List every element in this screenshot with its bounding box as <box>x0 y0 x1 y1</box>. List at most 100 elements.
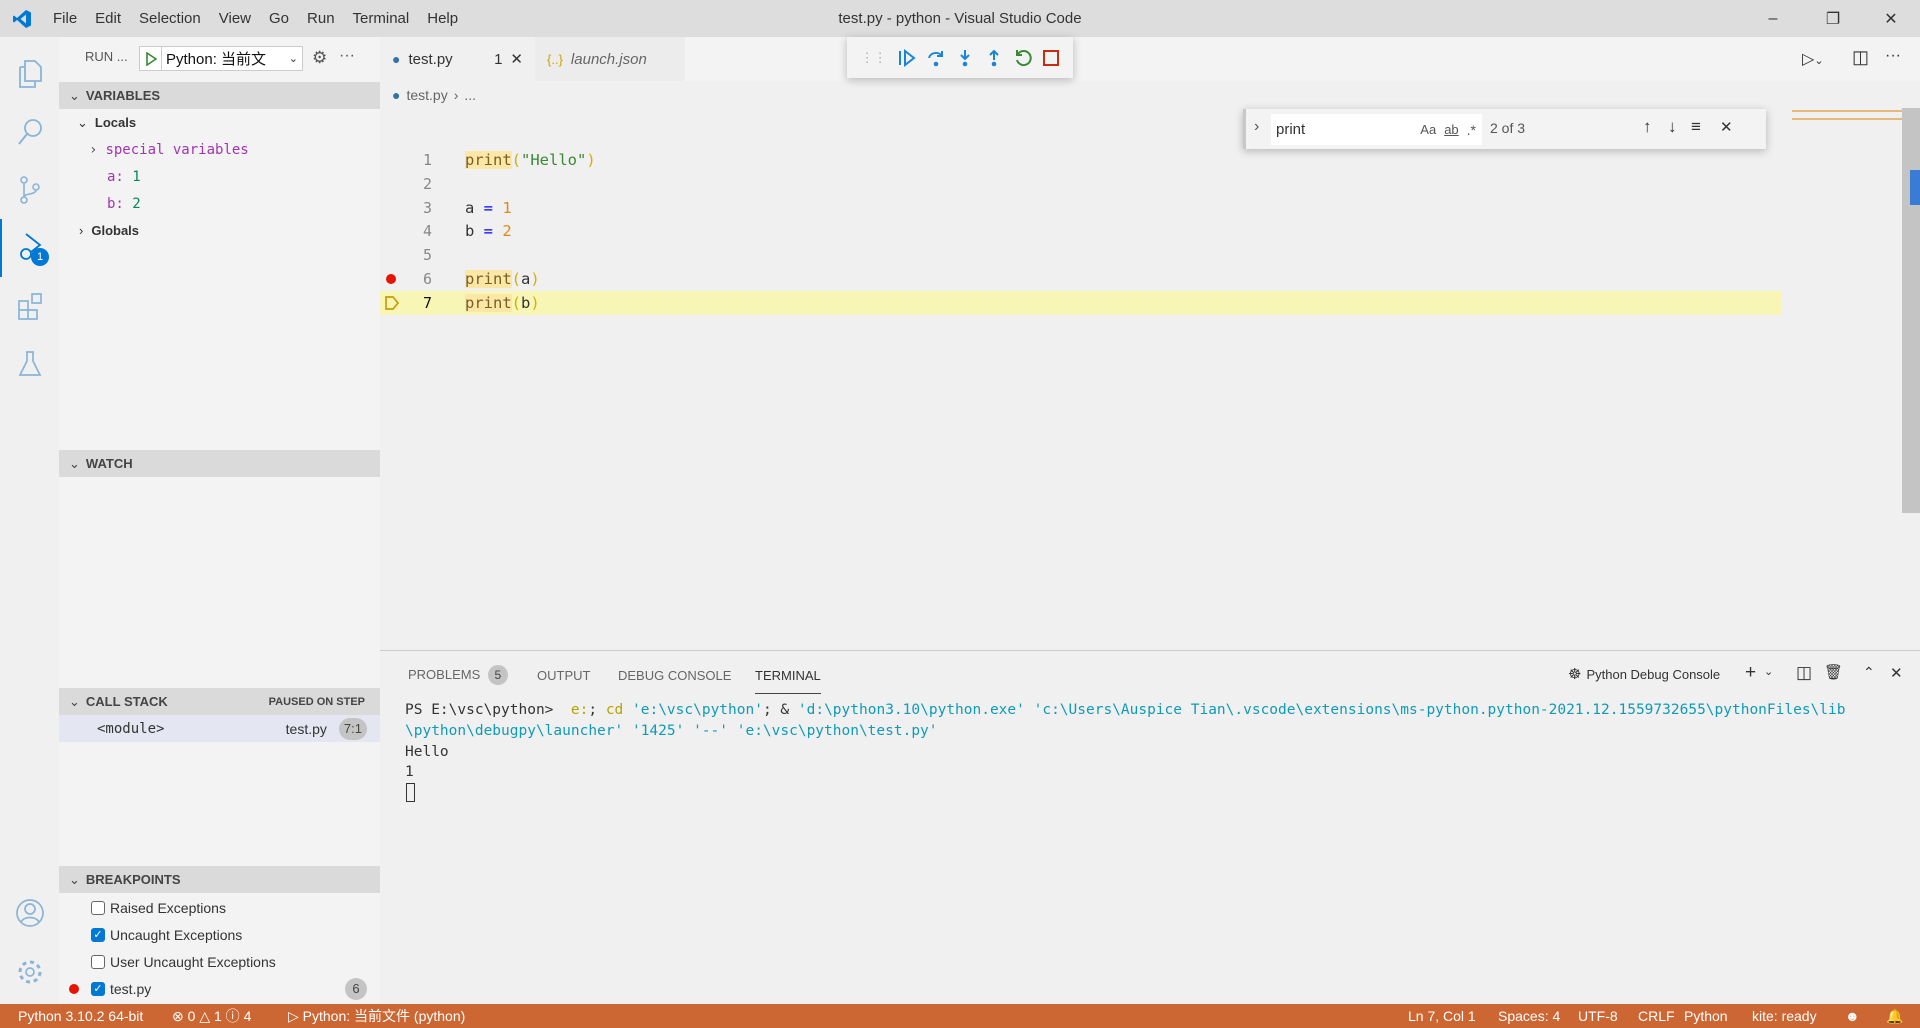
checkbox-checked[interactable]: ✓ <box>91 981 105 996</box>
source-control-icon[interactable] <box>0 161 59 219</box>
checkbox[interactable] <box>91 900 105 915</box>
tab-launch-json[interactable]: {..} launch.json <box>535 37 685 81</box>
settings-gear-icon[interactable] <box>0 943 59 1001</box>
gear-icon[interactable]: ⚙ <box>312 48 327 68</box>
checkbox[interactable] <box>91 954 105 969</box>
breakpoint-user-uncaught-exceptions[interactable]: User Uncaught Exceptions <box>59 948 380 975</box>
minimize-button[interactable]: – <box>1750 0 1796 37</box>
tab-test-py[interactable]: ● test.py 1 ✕ <box>380 37 535 81</box>
code-line[interactable]: print(a) <box>465 267 540 291</box>
new-terminal-icon[interactable]: + <box>1745 662 1756 684</box>
extensions-icon[interactable] <box>0 277 59 335</box>
maximize-panel-icon[interactable]: ⌃ <box>1863 664 1875 681</box>
testing-icon[interactable] <box>0 335 59 393</box>
run-debug-icon[interactable]: 1 <box>0 219 59 277</box>
menu-selection[interactable]: Selection <box>130 10 210 27</box>
find-input[interactable]: print Aa ab .* <box>1271 114 1482 145</box>
editor-scrollbar[interactable] <box>1902 108 1920 513</box>
variable-b[interactable]: b: 2 <box>59 190 380 217</box>
tab-label: PROBLEMS <box>408 667 481 682</box>
breakpoints-section-header[interactable]: ⌄ BREAKPOINTS <box>59 866 380 893</box>
breadcrumb-file[interactable]: test.py <box>406 87 447 103</box>
encoding[interactable]: UTF-8 <box>1578 1004 1618 1028</box>
variable-a[interactable]: a: 1 <box>59 163 380 190</box>
split-terminal-icon[interactable]: ◫ <box>1796 663 1812 683</box>
frame-position: 7:1 <box>338 717 367 740</box>
menu-view[interactable]: View <box>210 10 260 27</box>
breakpoint-test-py[interactable]: ✓ test.py 6 <box>59 975 380 1002</box>
menu-edit[interactable]: Edit <box>86 10 130 27</box>
callstack-section-header[interactable]: ⌄ CALL STACK PAUSED ON STEP <box>59 688 380 715</box>
tab-output[interactable]: OUTPUT <box>537 668 590 694</box>
chevron-down-icon: ⌄ <box>69 455 80 471</box>
feedback-icon[interactable]: ☻ <box>1845 1004 1860 1028</box>
kite-status[interactable]: kite: ready <box>1752 1004 1817 1028</box>
continue-icon[interactable] <box>898 48 916 67</box>
terminal-selector[interactable]: ☸ Python Debug Console <box>1568 665 1720 683</box>
code-line[interactable]: print(b) <box>465 291 540 315</box>
cursor-position[interactable]: Ln 7, Col 1 <box>1408 1004 1476 1028</box>
chevron-down-icon[interactable]: ⌄ <box>1764 665 1773 678</box>
split-editor-icon[interactable]: ◫ <box>1852 47 1869 68</box>
breakpoint-raised-exceptions[interactable]: Raised Exceptions <box>59 894 380 921</box>
special-variables[interactable]: › special variables <box>59 136 380 163</box>
python-file-icon: ● <box>392 51 401 67</box>
restore-button[interactable]: ❐ <box>1810 0 1856 37</box>
run-python-file-icon[interactable]: ▷⌄ <box>1802 49 1824 69</box>
menu-run[interactable]: Run <box>298 10 344 27</box>
watch-section-header[interactable]: ⌄ WATCH <box>59 450 380 477</box>
menu-terminal[interactable]: Terminal <box>344 10 419 27</box>
debug-config-select[interactable]: Python: 当前文 ⌄ <box>139 46 303 71</box>
more-actions-icon[interactable]: ··· <box>1885 47 1901 65</box>
scope-locals[interactable]: ⌄ Locals <box>59 109 380 136</box>
step-out-icon[interactable] <box>985 49 1003 67</box>
menu-file[interactable]: File <box>44 10 86 27</box>
menu-go[interactable]: Go <box>260 10 298 27</box>
tab-debug-console[interactable]: DEBUG CONSOLE <box>618 668 731 694</box>
tab-terminal[interactable]: TERMINAL <box>755 668 821 694</box>
step-into-icon[interactable] <box>956 49 974 67</box>
search-icon[interactable] <box>0 103 59 161</box>
use-regex-toggle[interactable]: .* <box>1467 122 1476 138</box>
close-icon[interactable]: ✕ <box>510 50 523 68</box>
toggle-replace-icon[interactable]: › <box>1254 118 1259 136</box>
menu-help[interactable]: Help <box>418 10 467 27</box>
notifications-bell-icon[interactable]: 🔔 <box>1886 1004 1903 1028</box>
step-over-icon[interactable] <box>927 49 945 67</box>
close-window-button[interactable]: ✕ <box>1868 0 1914 37</box>
language-mode[interactable]: Python <box>1684 1004 1728 1028</box>
find-in-selection-icon[interactable]: ≡ <box>1691 117 1701 137</box>
stack-frame[interactable]: <module> test.py 7:1 <box>59 715 380 742</box>
close-icon[interactable]: ✕ <box>1720 118 1733 136</box>
more-actions-icon[interactable]: ··· <box>339 47 355 65</box>
start-debug-icon[interactable] <box>140 47 162 70</box>
next-match-icon[interactable]: ↓ <box>1668 117 1677 137</box>
variables-section-header[interactable]: ⌄ VARIABLES <box>59 82 380 109</box>
tab-problems[interactable]: PROBLEMS 5 <box>408 665 508 691</box>
line-ending[interactable]: CRLF <box>1638 1004 1675 1028</box>
terminal-cursor[interactable] <box>406 783 415 802</box>
match-case-toggle[interactable]: Aa <box>1420 122 1436 137</box>
problems-status[interactable]: ⊗ 0 △ 1 ⓘ 4 <box>172 1004 251 1028</box>
code-line[interactable]: print("Hello") <box>465 148 596 172</box>
restart-icon[interactable] <box>1014 49 1032 67</box>
previous-match-icon[interactable]: ↑ <box>1643 117 1652 137</box>
token: 2 <box>502 222 512 240</box>
explorer-icon[interactable] <box>0 45 59 103</box>
current-line-highlight <box>380 291 1782 315</box>
breadcrumb-symbol[interactable]: ... <box>464 87 476 103</box>
code-line[interactable]: a = 1 <box>465 196 512 220</box>
trash-icon[interactable]: 🗑 <box>1824 663 1843 681</box>
debug-config-status[interactable]: ▷ Python: 当前文件 (python) <box>288 1004 465 1028</box>
code-line[interactable]: b = 2 <box>465 219 512 243</box>
account-icon[interactable] <box>0 884 59 942</box>
checkbox-checked[interactable]: ✓ <box>91 927 105 942</box>
close-icon[interactable]: ✕ <box>1890 664 1903 682</box>
scope-globals[interactable]: › Globals <box>59 217 380 244</box>
indentation[interactable]: Spaces: 4 <box>1498 1004 1560 1028</box>
stop-icon[interactable] <box>1043 49 1060 66</box>
python-interpreter[interactable]: Python 3.10.2 64-bit <box>18 1004 143 1028</box>
drag-handle-icon[interactable]: ⋮⋮ <box>861 50 887 66</box>
breakpoint-uncaught-exceptions[interactable]: ✓ Uncaught Exceptions <box>59 921 380 948</box>
match-whole-word-toggle[interactable]: ab <box>1444 122 1458 137</box>
